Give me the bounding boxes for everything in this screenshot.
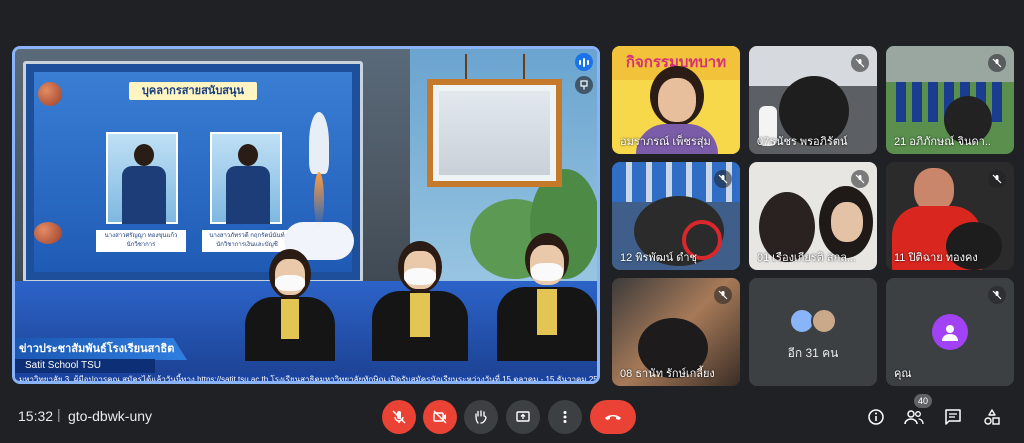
activities-icon xyxy=(984,409,1000,425)
pin-icon[interactable] xyxy=(575,76,593,94)
more-vert-icon xyxy=(563,411,567,423)
planet-graphic xyxy=(34,222,62,244)
participant-tile[interactable]: 11 ปิติฉาย ทองคง xyxy=(886,162,1014,270)
participant-name: 08 ธานัท รักษ์เกลี้ยง xyxy=(620,368,715,380)
display-header: บุคลากรสายสนับสนุน xyxy=(129,82,257,100)
participant-tile[interactable]: 07ธนัชร พรอภิรัตน์ xyxy=(749,46,877,154)
participant-count-badge: 40 xyxy=(914,394,932,408)
mic-off-icon xyxy=(988,286,1006,304)
more-avatars xyxy=(789,308,837,334)
speaking-indicator-icon xyxy=(575,53,593,71)
participant-tile[interactable]: 01 เรืองเกียรติ สกล... xyxy=(749,162,877,270)
caption-name: นางสาวศรัญญา ทองขุนแก้ว xyxy=(104,233,178,239)
present-screen-icon xyxy=(516,411,530,422)
participant-name: 01 เรืองเกียรติ สกล... xyxy=(757,252,857,264)
presenter-center xyxy=(372,241,468,361)
participant-tile[interactable]: 21 อภิภักษณ์ จินดา.. xyxy=(886,46,1014,154)
participant-name: 21 อภิภักษณ์ จินดา.. xyxy=(894,136,991,148)
activities-button[interactable] xyxy=(975,400,1009,434)
staff-caption-left: นางสาวศรัญญา ทองขุนแก้ว นักวิชาการ xyxy=(96,230,186,252)
main-video-tile[interactable]: บุคลากรสายสนับสนุน นางสาวศรัญญา ทองขุนแก… xyxy=(12,46,600,384)
participant-tile[interactable]: 12 พิรพัฒน์ ดำชุ xyxy=(612,162,740,270)
meeting-code: gto-dbwk-uny xyxy=(68,408,153,424)
info-icon xyxy=(868,409,884,425)
call-end-icon xyxy=(605,415,621,420)
participant-name: อมราภรณ์ เพ็ชรสุ่ม xyxy=(620,136,711,148)
avatar xyxy=(811,308,837,334)
raise-hand-icon xyxy=(475,410,487,424)
planet-graphic xyxy=(38,82,62,106)
self-tile[interactable]: คุณ xyxy=(886,278,1014,386)
staff-photo-right xyxy=(210,132,282,224)
bottom-toolbar: 15:32 | gto-dbwk-uny xyxy=(0,392,1024,443)
meeting-details-button[interactable] xyxy=(859,400,893,434)
person-icon xyxy=(942,325,958,341)
participant-tile[interactable]: กิจกรรมบทบาท อมราภรณ์ เพ็ชรสุ่ม xyxy=(612,46,740,154)
presenter-left xyxy=(245,249,335,361)
presenter-right xyxy=(497,233,597,361)
mic-toggle-button[interactable] xyxy=(382,400,416,434)
mic-off-icon xyxy=(988,170,1006,188)
meeting-time: 15:32 xyxy=(18,408,54,424)
participant-name: 11 ปิติฉาย ทองคง xyxy=(894,252,978,264)
more-participants-count: อีก 31 คน xyxy=(787,346,839,360)
news-ticker: มหาวิทยาลัย 3. ผู้มีอุปการคุณ สมัครได้แล… xyxy=(15,373,597,381)
mic-off-icon xyxy=(851,54,869,72)
staff-photo-left xyxy=(106,132,178,224)
chat-icon xyxy=(945,409,961,425)
raise-hand-button[interactable] xyxy=(464,400,498,434)
caption-name: นางสาวภัทรวดี กฤกรัตน์นันท์ xyxy=(209,233,285,239)
chat-button[interactable] xyxy=(936,400,970,434)
present-now-button[interactable] xyxy=(506,400,540,434)
participant-face xyxy=(658,78,696,122)
participant-name: 12 พิรพัฒน์ ดำชุ xyxy=(620,252,697,264)
picture-frame xyxy=(427,79,562,187)
mic-off-icon xyxy=(851,170,869,188)
caption-role: นักวิชาการ xyxy=(126,242,156,248)
mic-off-icon xyxy=(988,54,1006,72)
camera-toggle-button[interactable] xyxy=(423,400,457,434)
mic-off-icon xyxy=(392,410,406,424)
participant-name: 07ธนัชร พรอภิรัตน์ xyxy=(757,136,848,148)
rocket-graphic xyxy=(309,112,329,174)
mic-off-icon xyxy=(714,286,732,304)
mic-off-icon xyxy=(714,170,732,188)
meet-window: บุคลากรสายสนับสนุน นางสาวศรัญญา ทองขุนแก… xyxy=(0,0,1024,443)
meeting-separator: | xyxy=(57,406,61,422)
participant-face xyxy=(831,202,863,242)
participant-tile[interactable]: 08 ธานัท รักษ์เกลี้ยง xyxy=(612,278,740,386)
display-content: บุคลากรสายสนับสนุน นางสาวศรัญญา ทองขุนแก… xyxy=(34,72,354,272)
participant-name: คุณ xyxy=(894,368,912,380)
rocket-flame-graphic xyxy=(314,172,324,227)
self-avatar xyxy=(932,314,968,350)
more-participants-tile[interactable]: อีก 31 คน xyxy=(749,278,877,386)
more-options-button[interactable] xyxy=(548,400,582,434)
leave-call-button[interactable] xyxy=(590,400,636,434)
news-lower-third: ข่าวประชาสัมพันธ์โรงเรียนสาธิต xyxy=(15,338,187,360)
camera-off-icon xyxy=(433,410,447,424)
framed-photo xyxy=(439,91,550,175)
people-icon xyxy=(904,410,924,425)
school-name-bar: Satit School TSU xyxy=(15,359,155,373)
